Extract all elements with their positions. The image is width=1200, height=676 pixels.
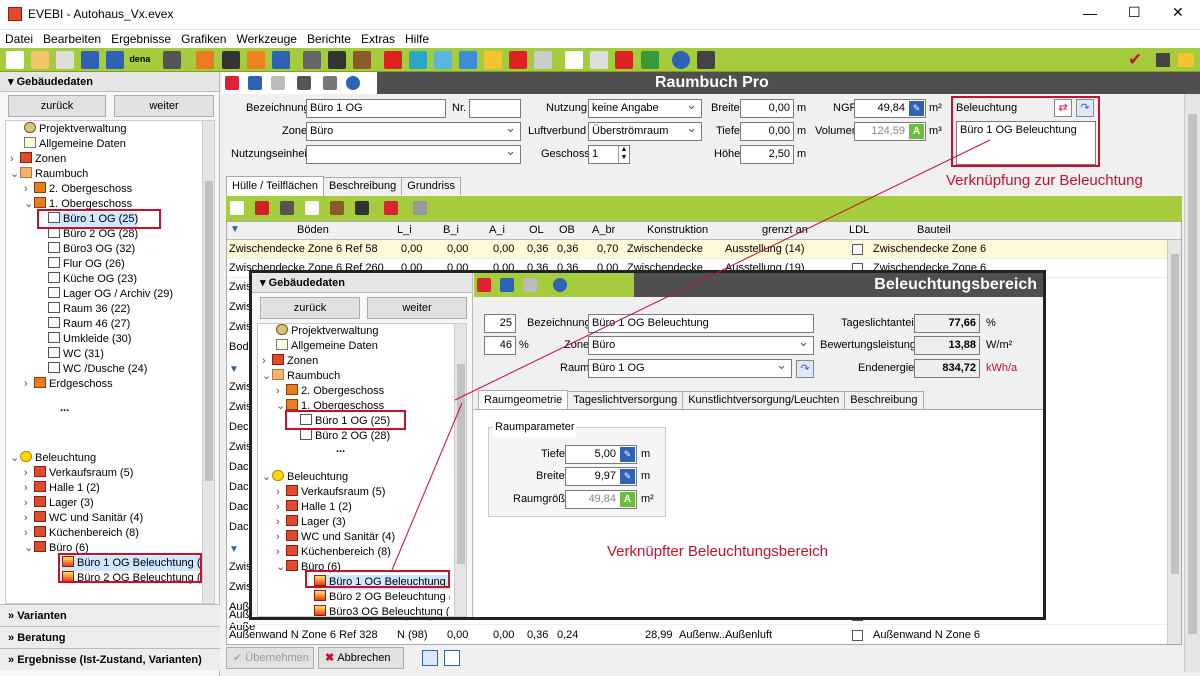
annotation-lines xyxy=(391,139,991,571)
link-line xyxy=(454,139,991,401)
area-line xyxy=(391,402,463,571)
